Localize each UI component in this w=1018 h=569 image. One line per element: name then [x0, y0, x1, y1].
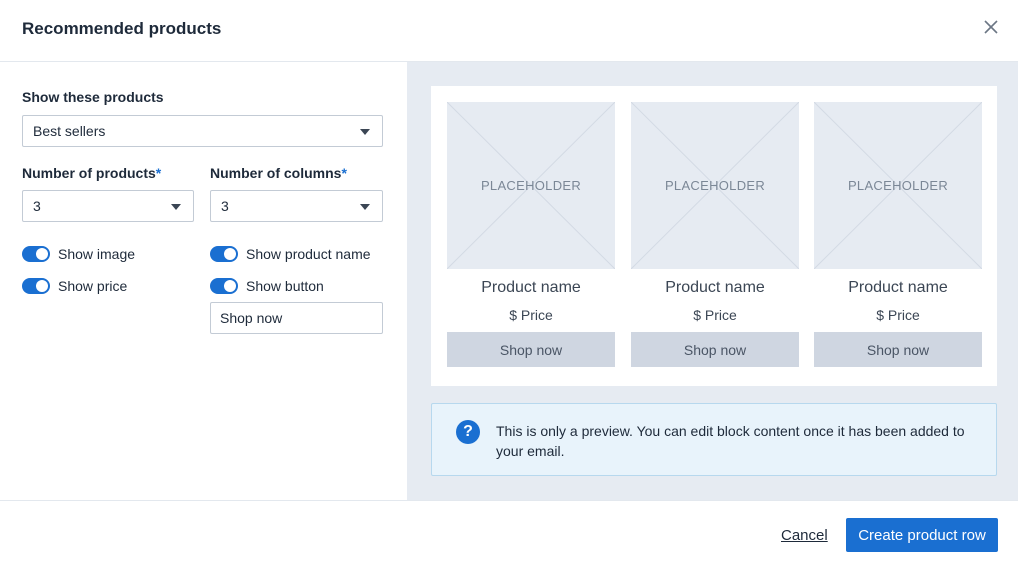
- close-icon[interactable]: [982, 18, 1000, 36]
- show-price-label: Show price: [58, 278, 128, 294]
- preview-panel: PLACEHOLDER Product name $ Price Shop no…: [407, 62, 1018, 500]
- placeholder-label: PLACEHOLDER: [480, 178, 582, 193]
- show-products-value: Best sellers: [33, 123, 106, 139]
- number-of-products-select[interactable]: 3: [22, 190, 194, 222]
- number-of-columns-select[interactable]: 3: [210, 190, 383, 222]
- preview-info-text: This is only a preview. You can edit blo…: [496, 423, 965, 459]
- show-price-toggle[interactable]: [22, 278, 50, 294]
- product-price: $ Price: [509, 307, 553, 323]
- question-icon: ?: [456, 420, 480, 444]
- product-name: Product name: [481, 279, 581, 296]
- settings-panel: Show these products Best sellers Number …: [0, 62, 407, 500]
- show-product-name-toggle-row: Show product name: [210, 246, 371, 262]
- required-marker: *: [341, 165, 347, 181]
- button-text-input[interactable]: Shop now: [210, 302, 383, 334]
- shop-now-button[interactable]: Shop now: [814, 332, 982, 367]
- create-product-row-button[interactable]: Create product row: [846, 518, 998, 552]
- product-card: PLACEHOLDER Product name $ Price Shop no…: [447, 102, 615, 367]
- number-of-products-label: Number of products*: [22, 165, 162, 181]
- show-image-toggle-row: Show image: [22, 246, 135, 262]
- required-marker: *: [155, 165, 162, 181]
- image-placeholder: PLACEHOLDER: [447, 102, 615, 269]
- modal-footer: Cancel Create product row: [0, 500, 1018, 569]
- product-card: PLACEHOLDER Product name $ Price Shop no…: [814, 102, 982, 367]
- show-button-label: Show button: [246, 278, 324, 294]
- image-placeholder: PLACEHOLDER: [814, 102, 982, 269]
- recommended-products-modal: Recommended products Show these products…: [0, 0, 1018, 569]
- chevron-down-icon: [171, 204, 181, 210]
- product-price: $ Price: [693, 307, 737, 323]
- show-button-toggle-row: Show button: [210, 278, 324, 294]
- product-card: PLACEHOLDER Product name $ Price Shop no…: [631, 102, 799, 367]
- image-placeholder: PLACEHOLDER: [631, 102, 799, 269]
- number-of-columns-label: Number of columns*: [210, 165, 347, 181]
- show-image-label: Show image: [58, 246, 136, 262]
- modal-header: Recommended products: [0, 0, 1018, 62]
- shop-now-button[interactable]: Shop now: [447, 332, 615, 367]
- placeholder-label: PLACEHOLDER: [847, 178, 949, 193]
- chevron-down-icon: [360, 129, 370, 135]
- product-name: Product name: [665, 279, 765, 296]
- cancel-button[interactable]: Cancel: [781, 527, 828, 544]
- chevron-down-icon: [360, 204, 370, 210]
- product-price: $ Price: [876, 307, 920, 323]
- show-price-toggle-row: Show price: [22, 278, 127, 294]
- shop-now-button[interactable]: Shop now: [631, 332, 799, 367]
- product-name: Product name: [848, 279, 948, 296]
- show-product-name-label: Show product name: [246, 246, 371, 262]
- show-image-toggle[interactable]: [22, 246, 50, 262]
- number-of-products-value: 3: [33, 198, 41, 214]
- placeholder-label: PLACEHOLDER: [664, 178, 766, 193]
- number-of-columns-value: 3: [221, 198, 229, 214]
- show-button-toggle[interactable]: [210, 278, 238, 294]
- preview-info-box: ? This is only a preview. You can edit b…: [431, 403, 997, 476]
- product-row-preview: PLACEHOLDER Product name $ Price Shop no…: [431, 86, 997, 386]
- show-products-label: Show these products: [22, 89, 164, 105]
- show-products-select[interactable]: Best sellers: [22, 115, 383, 147]
- modal-title: Recommended products: [22, 19, 222, 38]
- show-product-name-toggle[interactable]: [210, 246, 238, 262]
